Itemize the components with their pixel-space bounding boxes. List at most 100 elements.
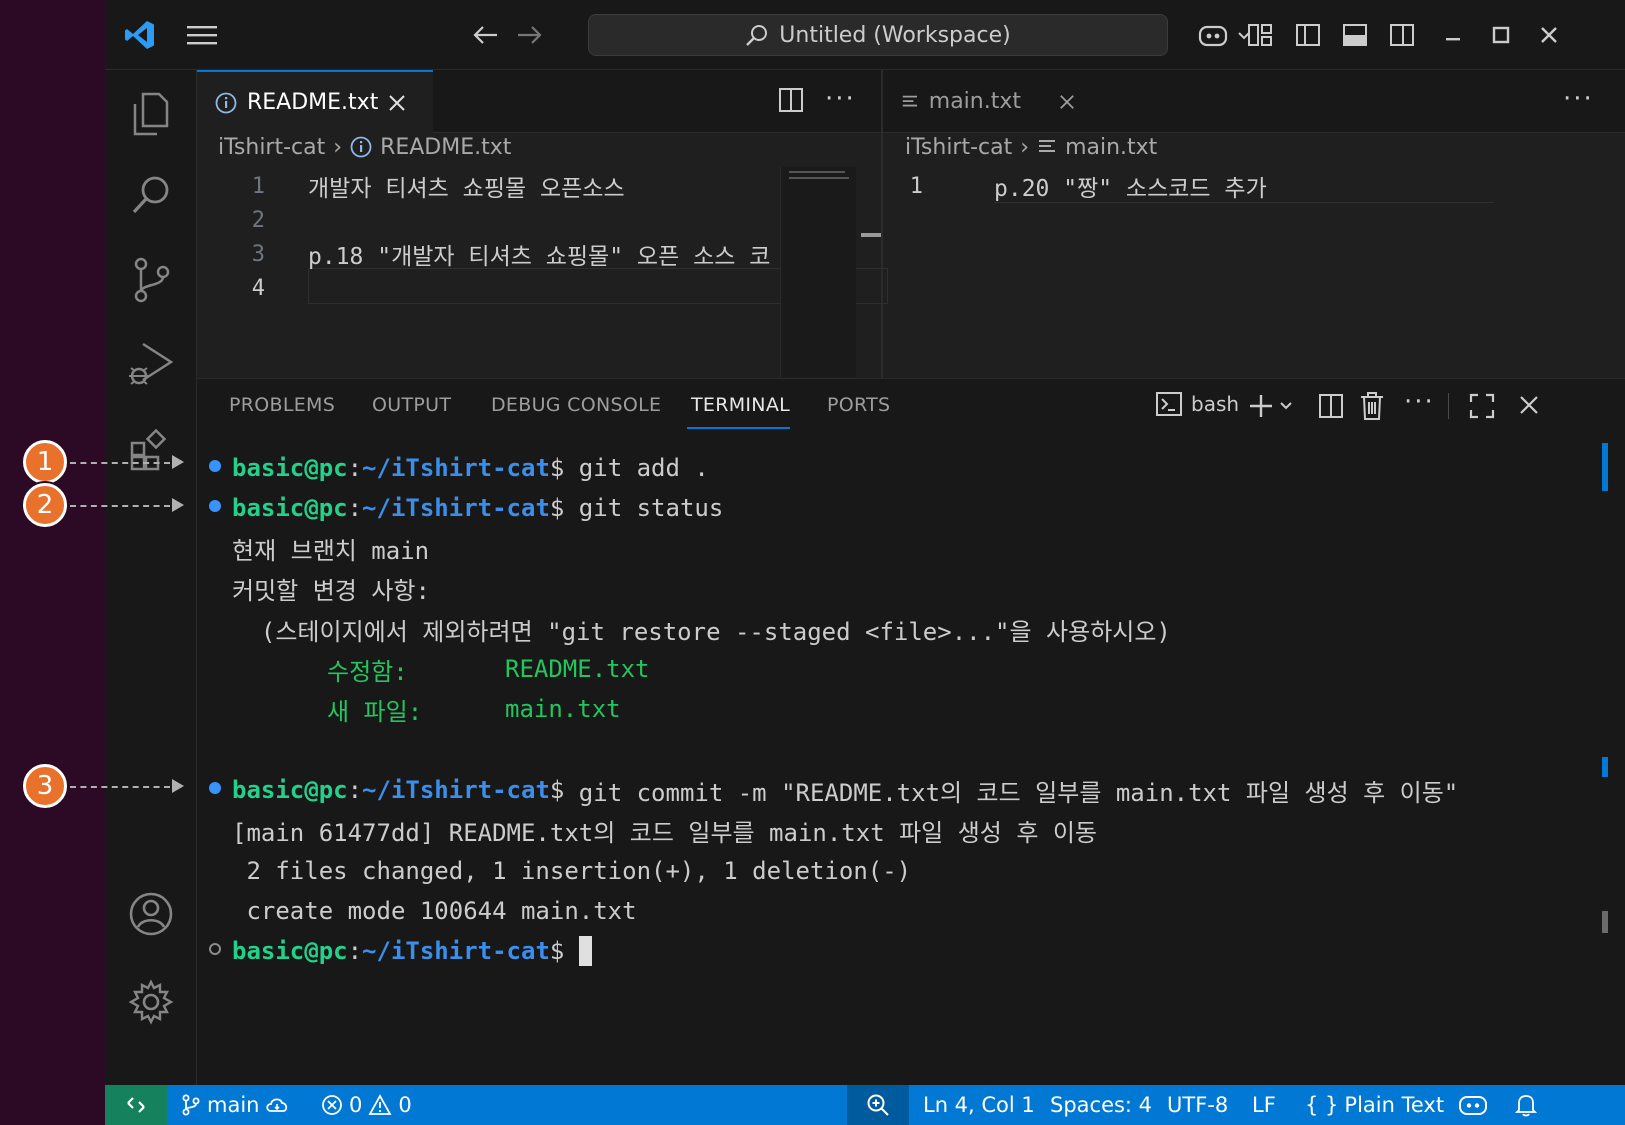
tab-main[interactable]: main.txt	[883, 70, 1093, 133]
close-tab-icon[interactable]	[1059, 93, 1075, 111]
cloud-sync-icon	[266, 1098, 288, 1112]
remote-indicator-icon[interactable]	[105, 1085, 167, 1125]
tab-output[interactable]: OUTPUT	[372, 394, 451, 416]
problems-indicator[interactable]: 0 0	[321, 1085, 412, 1125]
chevron-right-icon: ›	[1020, 134, 1030, 160]
close-window-icon[interactable]	[1525, 0, 1573, 70]
terminal-shell-selector[interactable]: bash	[1155, 391, 1239, 417]
account-icon[interactable]	[105, 870, 197, 958]
toggle-panel-icon[interactable]	[1335, 0, 1375, 70]
breadcrumb-file[interactable]: README.txt	[380, 135, 511, 160]
notifications-bell-icon[interactable]	[1515, 1085, 1537, 1125]
warning-count: 0	[398, 1093, 412, 1117]
close-panel-icon[interactable]	[1519, 395, 1539, 419]
close-tab-icon[interactable]	[388, 94, 406, 112]
shell-name: bash	[1191, 392, 1240, 416]
vscode-window: Untitled (Workspace) README.txt ··· iTsh…	[105, 0, 1625, 1125]
maximize-icon[interactable]	[1477, 0, 1525, 70]
run-debug-icon[interactable]	[105, 320, 197, 408]
command-success-icon	[209, 782, 221, 794]
warning-icon	[368, 1094, 392, 1115]
terminal-output[interactable]: basic@pc: ~/iTshirt-cat $ git add . basic@…	[197, 441, 1597, 1081]
toggle-secondary-sidebar-icon[interactable]	[1382, 0, 1422, 70]
toolbar-separator	[1448, 393, 1449, 419]
status-bar: main 0 0 Ln 4, Col 1 Spaces: 4 UTF-8 LF …	[105, 1085, 1625, 1125]
extensions-icon[interactable]	[105, 408, 197, 496]
terminal-line: basic@pc: ~/iTshirt-cat $ git commit -m "R…	[232, 776, 1459, 807]
back-arrow-icon[interactable]	[465, 0, 505, 70]
error-icon	[322, 1095, 342, 1115]
overview-ruler-marker	[861, 233, 881, 237]
search-icon	[746, 25, 768, 46]
left-editor-tabs: README.txt ···	[197, 70, 881, 133]
minimap[interactable]	[780, 167, 856, 377]
scrollbar-thumb[interactable]	[1602, 911, 1608, 933]
split-terminal-icon[interactable]	[1317, 392, 1345, 424]
branch-indicator[interactable]: main	[181, 1085, 291, 1125]
error-count: 0	[349, 1093, 363, 1117]
bottom-panel: PROBLEMS OUTPUT DEBUG CONSOLE TERMINAL P…	[197, 378, 1625, 1085]
maximize-panel-icon[interactable]	[1469, 393, 1495, 423]
indentation[interactable]: Spaces: 4	[1050, 1085, 1152, 1125]
more-actions-icon[interactable]: ···	[1404, 387, 1435, 417]
left-editor-content[interactable]: 1 개발자 티셔츠 쇼핑몰 오픈소스 2 3 p.18 "개발자 티셔츠 쇼핑몰…	[197, 167, 888, 377]
annotation-margin	[0, 0, 105, 1125]
text-file-icon	[1039, 140, 1056, 152]
command-center-search[interactable]: Untitled (Workspace)	[588, 14, 1168, 56]
terminal-line: README.txt	[505, 655, 650, 683]
terminal-line: 새 파일:	[327, 697, 423, 726]
encoding[interactable]: UTF-8	[1167, 1085, 1228, 1125]
end-of-line[interactable]: LF	[1252, 1085, 1276, 1125]
git-branch-icon	[182, 1094, 200, 1116]
chevron-right-icon: ›	[333, 134, 343, 160]
activity-bar	[105, 70, 197, 1085]
forward-arrow-icon[interactable]	[510, 0, 550, 70]
callout-1-line	[70, 462, 170, 464]
more-actions-icon[interactable]: ···	[1563, 84, 1594, 114]
tab-readme-label: README.txt	[247, 90, 379, 115]
new-terminal-icon[interactable]	[1249, 393, 1297, 423]
layout-customize-icon[interactable]	[1240, 0, 1280, 70]
language-name: Plain Text	[1344, 1093, 1445, 1117]
menu-icon[interactable]	[177, 0, 227, 70]
tab-readme[interactable]: README.txt	[197, 70, 433, 133]
tab-main-label: main.txt	[928, 89, 1021, 114]
breadcrumb-left: iTshirt-cat › README.txt	[218, 127, 511, 167]
info-icon	[215, 92, 237, 113]
breadcrumb-right: iTshirt-cat › main.txt	[905, 127, 1157, 167]
tab-ports[interactable]: PORTS	[827, 394, 890, 416]
terminal-cursor	[578, 936, 592, 966]
callout-2-arrow	[172, 498, 184, 512]
callout-1: 1	[23, 440, 67, 484]
text-file-icon	[902, 95, 917, 106]
breadcrumb-file[interactable]: main.txt	[1065, 135, 1157, 160]
terminal-line: (스테이지에서 제외하려면 "git restore --staged <fil…	[232, 617, 1171, 646]
callout-1-arrow	[172, 455, 184, 469]
right-editor-content[interactable]: 1 p.20 "짱" 소스코드 추가	[883, 167, 1625, 377]
more-actions-icon[interactable]: ···	[825, 84, 856, 114]
command-success-icon	[209, 460, 221, 472]
breadcrumb-folder[interactable]: iTshirt-cat	[905, 135, 1012, 160]
terminal-icon	[1156, 392, 1182, 416]
copilot-status-icon[interactable]	[1458, 1085, 1488, 1125]
callout-3-arrow	[172, 779, 184, 793]
branch-name: main	[207, 1093, 260, 1117]
settings-gear-icon[interactable]	[105, 958, 197, 1046]
cursor-position[interactable]: Ln 4, Col 1	[923, 1085, 1035, 1125]
minimize-icon[interactable]	[1429, 0, 1477, 70]
tab-terminal[interactable]: TERMINAL	[691, 394, 790, 416]
explorer-icon[interactable]	[105, 70, 197, 158]
callout-3: 3	[23, 764, 67, 808]
toggle-primary-sidebar-icon[interactable]	[1288, 0, 1328, 70]
zoom-icon[interactable]	[847, 1085, 909, 1125]
language-mode[interactable]: { } Plain Text	[1305, 1085, 1444, 1125]
search-icon[interactable]	[105, 152, 197, 240]
tab-debug-console[interactable]: DEBUG CONSOLE	[491, 394, 661, 416]
tab-problems[interactable]: PROBLEMS	[229, 394, 335, 416]
terminal-line: create mode 100644 main.txt	[232, 897, 637, 925]
command-pending-icon	[209, 943, 221, 955]
trash-icon[interactable]	[1359, 391, 1385, 425]
source-control-icon[interactable]	[105, 236, 197, 324]
split-editor-icon[interactable]	[777, 86, 805, 118]
breadcrumb-folder[interactable]: iTshirt-cat	[218, 135, 325, 160]
